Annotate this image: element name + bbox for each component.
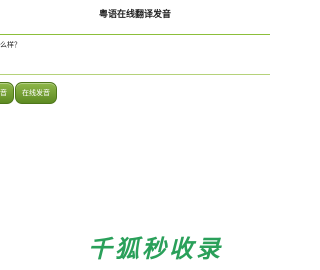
watermark-text: 千狐秒收录 [88,234,223,263]
pronounce-button[interactable]: 音 [0,82,14,104]
source-text-input[interactable]: 么样？ [0,40,120,50]
online-pronounce-button[interactable]: 在线发音 [15,82,57,104]
watermark: 千狐秒收录 [88,233,248,263]
page-title: 粤语在线翻译发音 [98,10,171,20]
bottom-divider [0,74,270,75]
top-divider [0,34,270,35]
